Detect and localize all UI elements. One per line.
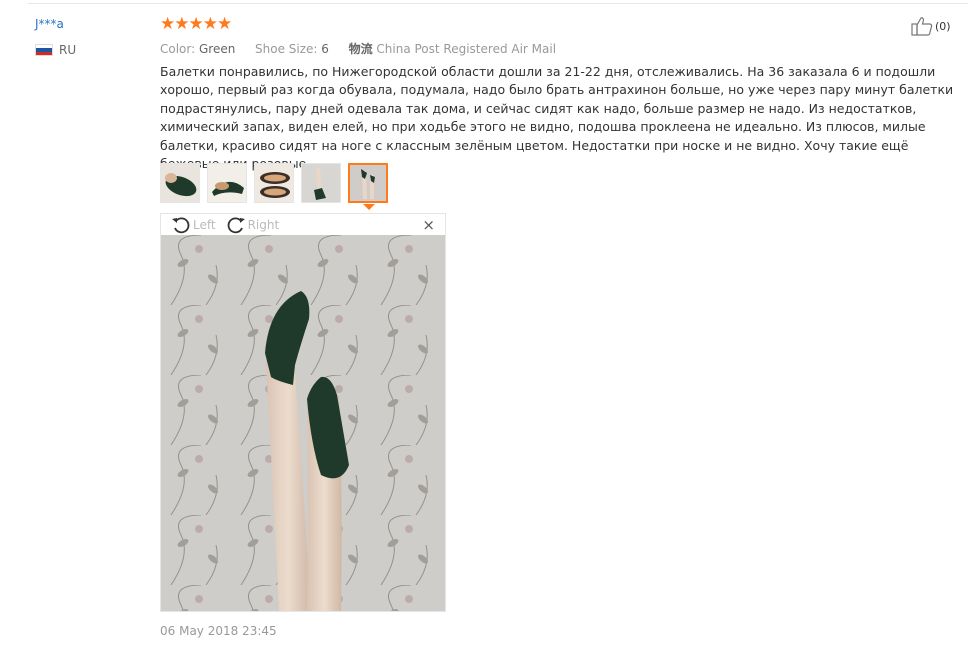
selected-thumbnail-pointer [363,204,375,210]
review-photo [161,235,445,611]
review-thumbnails [160,163,395,203]
rating-stars: ★★★★★ [160,14,232,34]
review-body: Балетки понравились, по Нижегородской об… [160,64,954,172]
rotate-right-icon [227,216,245,233]
rotate-right-label: Right [247,217,280,232]
rotate-right-button[interactable]: Right [226,216,280,234]
shipping-value: China Post Registered Air Mail [376,42,557,56]
review-thumbnail[interactable] [301,163,341,203]
close-viewer-icon[interactable]: × [422,216,435,234]
top-divider [28,3,968,4]
reviewer-name[interactable]: J***a [35,17,64,31]
rotate-left-label: Left [193,217,216,232]
shipping-label: 物流 [348,42,373,56]
viewer-toolbar: Left Right × [161,214,445,235]
thumbs-up-icon [911,17,933,36]
russia-flag-icon [35,44,53,56]
size-value: 6 [321,42,329,56]
rotate-left-icon [172,216,190,233]
review-thumbnail-selected[interactable] [348,163,388,203]
review-thumbnail[interactable] [160,163,200,203]
color-label: Color: [160,42,196,56]
helpful-count: (0) [935,19,951,33]
order-meta: Color: Green Shoe Size: 6 物流 China Post … [160,40,556,57]
size-label: Shoe Size: [255,42,318,56]
country-code: RU [59,43,77,57]
review-date: 06 May 2018 23:45 [160,624,277,638]
rotate-left-button[interactable]: Left [171,216,216,234]
review-thumbnail[interactable] [207,163,247,203]
review-thumbnail[interactable] [254,163,294,203]
color-value: Green [199,42,236,56]
helpful-button[interactable]: (0) [911,16,951,36]
reviewer-country: RU [35,43,76,57]
image-viewer: Left Right × [160,213,446,612]
